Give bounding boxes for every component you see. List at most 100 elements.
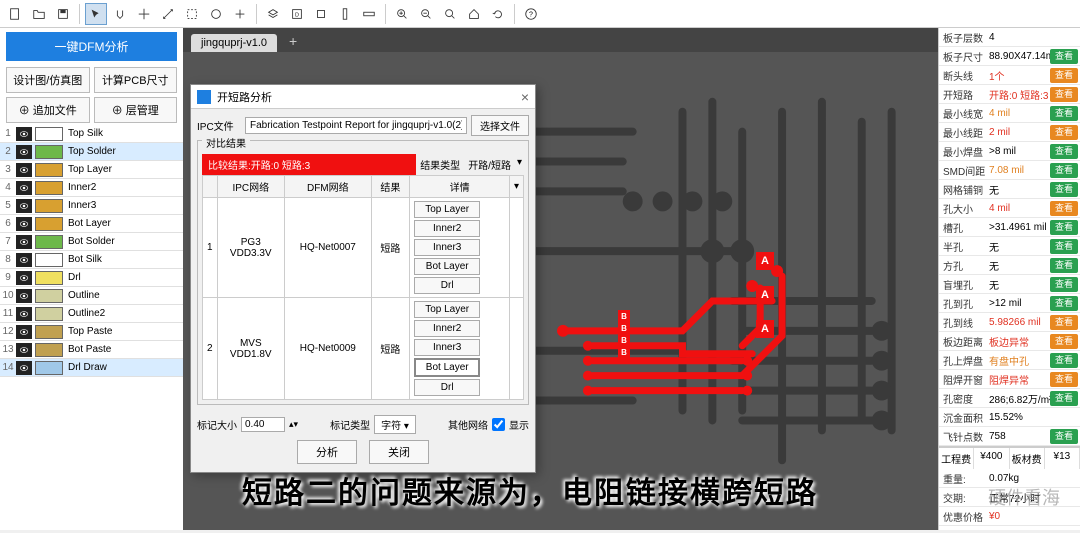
visibility-icon[interactable] (16, 217, 32, 231)
result-row[interactable]: 1 PG3 VDD3.3V HQ-Net0007 短路 Top LayerInn… (203, 198, 524, 298)
ruler-h-icon[interactable] (358, 3, 380, 25)
visibility-icon[interactable] (16, 325, 32, 339)
dialog-titlebar[interactable]: 开短路分析 × (191, 85, 535, 109)
visibility-icon[interactable] (16, 145, 32, 159)
visibility-icon[interactable] (16, 127, 32, 141)
result-row[interactable]: 2 MVS VDD1.8V HQ-Net0009 短路 Top LayerInn… (203, 298, 524, 400)
marker-type-select[interactable]: 字符 ▾ (374, 415, 416, 434)
new-tab-button[interactable]: + (281, 30, 305, 52)
view-button[interactable]: 查看 (1050, 201, 1078, 216)
marker-size-input[interactable] (241, 417, 285, 432)
save-icon[interactable] (52, 3, 74, 25)
document-tab[interactable]: jingquprj-v1.0 (191, 34, 277, 52)
view-button[interactable]: 查看 (1050, 258, 1078, 273)
add-file-button[interactable]: ⊕ 追加文件 (6, 97, 90, 123)
visibility-icon[interactable] (16, 199, 32, 213)
detail-layer-button[interactable]: Top Layer (414, 301, 480, 318)
zoom-in-icon[interactable] (391, 3, 413, 25)
select-file-button[interactable]: 选择文件 (471, 115, 529, 136)
visibility-icon[interactable] (16, 307, 32, 321)
view-button[interactable]: 查看 (1050, 125, 1078, 140)
analyze-button[interactable]: 分析 (297, 440, 357, 464)
visibility-icon[interactable] (16, 253, 32, 267)
visibility-icon[interactable] (16, 361, 32, 375)
dfm-analyze-button[interactable]: 一键DFM分析 (6, 32, 177, 61)
pcb-marker[interactable]: B (618, 334, 630, 346)
layer-row[interactable]: 2 Top Solder (0, 143, 183, 161)
pcb-marker[interactable]: B (618, 322, 630, 334)
view-button[interactable]: 查看 (1050, 277, 1078, 292)
home-icon[interactable] (463, 3, 485, 25)
view-button[interactable]: 查看 (1050, 296, 1078, 311)
visibility-icon[interactable] (16, 343, 32, 357)
detail-layer-button[interactable]: Bot Layer (414, 358, 480, 377)
ruler-v-icon[interactable] (334, 3, 356, 25)
calc-pcb-size-button[interactable]: 计算PCB尺寸 (94, 67, 178, 93)
visibility-icon[interactable] (16, 235, 32, 249)
detail-layer-button[interactable]: Inner3 (414, 239, 480, 256)
visibility-icon[interactable] (16, 181, 32, 195)
pcb-marker[interactable]: B (618, 346, 630, 358)
layer-row[interactable]: 13 Bot Paste (0, 341, 183, 359)
tool-a-icon[interactable] (205, 3, 227, 25)
layers-icon[interactable] (262, 3, 284, 25)
layer-row[interactable]: 10 Outline (0, 287, 183, 305)
select-icon[interactable] (85, 3, 107, 25)
pcb-marker[interactable]: B (618, 310, 630, 322)
visibility-icon[interactable] (16, 163, 32, 177)
layer-row[interactable]: 9 Drl (0, 269, 183, 287)
layer-row[interactable]: 14 Drl Draw (0, 359, 183, 377)
grab-icon[interactable] (109, 3, 131, 25)
visibility-icon[interactable] (16, 271, 32, 285)
fit-icon[interactable] (310, 3, 332, 25)
view-button[interactable]: 查看 (1050, 106, 1078, 121)
layer-row[interactable]: 1 Top Silk (0, 125, 183, 143)
view-button[interactable]: 查看 (1050, 429, 1078, 444)
pcb-marker[interactable]: A (756, 252, 774, 270)
other-nets-checkbox[interactable] (492, 418, 505, 431)
layer-row[interactable]: 5 Inner3 (0, 197, 183, 215)
measure-icon[interactable] (157, 3, 179, 25)
pan-icon[interactable] (133, 3, 155, 25)
view-button[interactable]: 查看 (1050, 391, 1078, 406)
view-button[interactable]: 查看 (1050, 353, 1078, 368)
layer-row[interactable]: 8 Bot Silk (0, 251, 183, 269)
layer-row[interactable]: 3 Top Layer (0, 161, 183, 179)
dfm-icon[interactable]: D (286, 3, 308, 25)
ipc-file-input[interactable] (245, 117, 467, 134)
visibility-icon[interactable] (16, 289, 32, 303)
layer-row[interactable]: 7 Bot Solder (0, 233, 183, 251)
layer-row[interactable]: 12 Top Paste (0, 323, 183, 341)
layer-row[interactable]: 11 Outline2 (0, 305, 183, 323)
open-icon[interactable] (28, 3, 50, 25)
view-button[interactable]: 查看 (1050, 163, 1078, 178)
refresh-icon[interactable] (487, 3, 509, 25)
zoom-out-icon[interactable] (415, 3, 437, 25)
detail-layer-button[interactable]: Top Layer (414, 201, 480, 218)
view-button[interactable]: 查看 (1050, 182, 1078, 197)
view-button[interactable]: 查看 (1050, 220, 1078, 235)
close-icon[interactable]: × (521, 89, 529, 105)
snap-icon[interactable] (181, 3, 203, 25)
detail-layer-button[interactable]: Inner2 (414, 320, 480, 337)
view-button[interactable]: 查看 (1050, 239, 1078, 254)
close-button[interactable]: 关闭 (369, 440, 429, 464)
pcb-marker[interactable]: A (756, 320, 774, 338)
layer-row[interactable]: 4 Inner2 (0, 179, 183, 197)
view-button[interactable]: 查看 (1050, 315, 1078, 330)
layer-row[interactable]: 6 Bot Layer (0, 215, 183, 233)
new-icon[interactable] (4, 3, 26, 25)
detail-layer-button[interactable]: Bot Layer (414, 258, 480, 275)
layer-manage-button[interactable]: ⊕ 层管理 (94, 97, 178, 123)
view-button[interactable]: 查看 (1050, 49, 1078, 64)
view-button[interactable]: 查看 (1050, 372, 1078, 387)
view-button[interactable]: 查看 (1050, 334, 1078, 349)
detail-layer-button[interactable]: Inner3 (414, 339, 480, 356)
detail-layer-button[interactable]: Drl (414, 277, 480, 294)
pcb-marker[interactable]: A (756, 286, 774, 304)
zoom-icon[interactable] (439, 3, 461, 25)
detail-layer-button[interactable]: Drl (414, 379, 480, 396)
view-button[interactable]: 查看 (1050, 87, 1078, 102)
help-icon[interactable]: ? (520, 3, 542, 25)
design-sim-button[interactable]: 设计图/仿真图 (6, 67, 90, 93)
